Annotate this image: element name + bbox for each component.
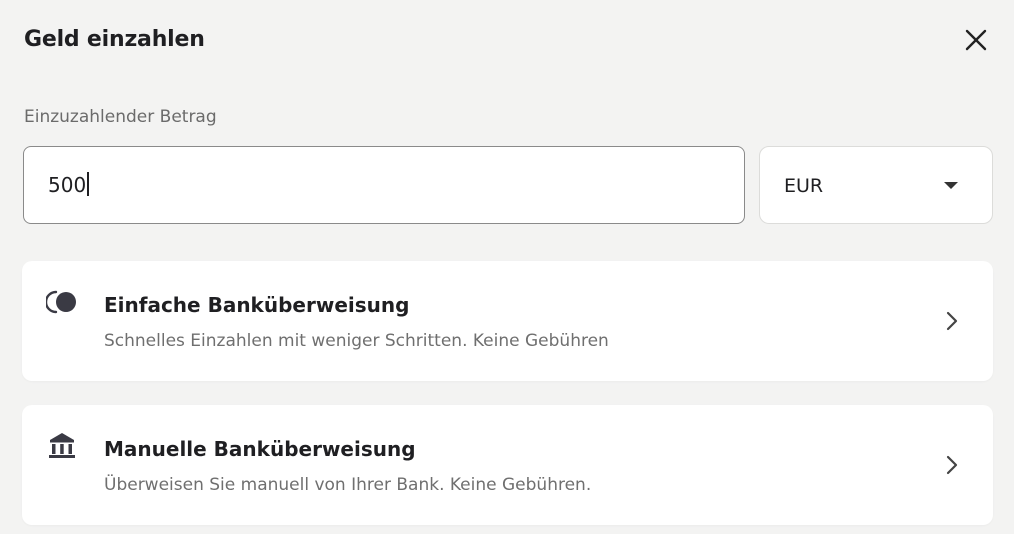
option-title: Einfache Banküberweisung: [104, 293, 410, 317]
chevron-right-icon: [946, 455, 958, 475]
dialog-title: Geld einzahlen: [24, 27, 205, 52]
amount-value: 500: [48, 173, 87, 197]
amount-input[interactable]: 500: [23, 146, 745, 224]
option-description: Schnelles Einzahlen mit weniger Schritte…: [104, 331, 609, 351]
currency-select[interactable]: EUR: [759, 146, 993, 224]
option-simple-bank-transfer[interactable]: Einfache Banküberweisung Schnelles Einza…: [22, 261, 993, 381]
text-cursor: [87, 172, 89, 196]
close-icon: [965, 29, 987, 51]
instant-transfer-icon: [46, 290, 76, 314]
currency-value: EUR: [784, 175, 824, 197]
close-button[interactable]: [958, 22, 994, 58]
amount-input-value-wrap: 500: [48, 172, 89, 197]
chevron-down-icon: [944, 182, 958, 189]
chevron-right-icon: [946, 311, 958, 331]
deposit-dialog: Geld einzahlen Einzuzahlender Betrag 500…: [0, 0, 1014, 534]
bank-icon: [49, 433, 75, 458]
amount-label: Einzuzahlender Betrag: [24, 107, 217, 127]
option-title: Manuelle Banküberweisung: [104, 437, 416, 461]
option-description: Überweisen Sie manuell von Ihrer Bank. K…: [104, 475, 592, 495]
option-manual-bank-transfer[interactable]: Manuelle Banküberweisung Überweisen Sie …: [22, 405, 993, 525]
